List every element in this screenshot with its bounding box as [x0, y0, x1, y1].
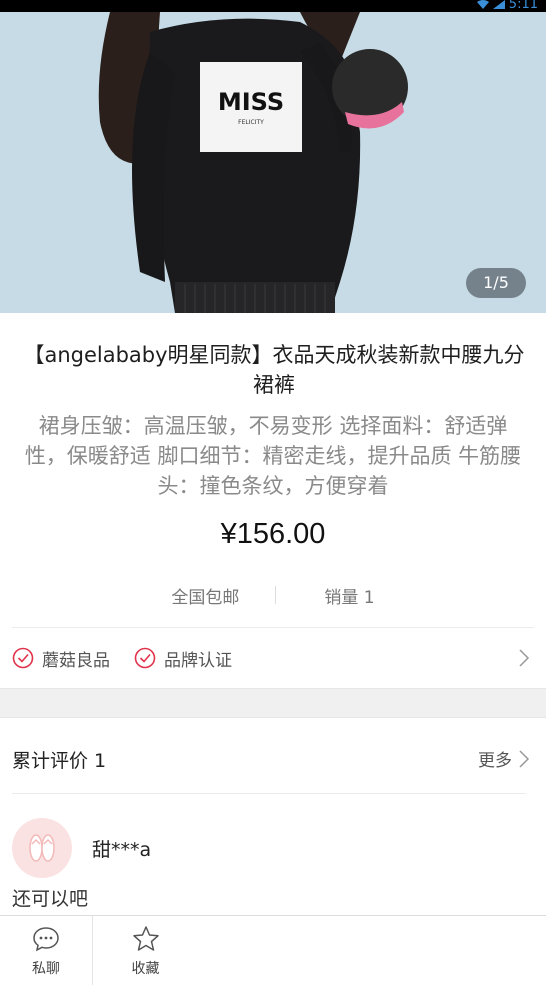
reviews-count-label: 累计评价 1 — [12, 749, 107, 772]
product-description: 裙身压皱：高温压皱，不易变形 选择面料：舒适弹性，保暖舒适 脚口细节：精密走线，… — [24, 414, 522, 498]
chat-button[interactable]: 私聊 — [0, 916, 93, 985]
divider — [12, 793, 526, 794]
product-photo: MISS FELICITY — [0, 12, 546, 313]
product-price: ¥156.00 — [220, 518, 326, 550]
sales-count: 销量 1 — [324, 587, 375, 608]
status-icons: 5:11 — [476, 0, 538, 12]
check-circle-icon — [134, 647, 156, 669]
guarantee-row[interactable]: 蘑菇良品 品牌认证 — [0, 628, 546, 688]
chevron-right-icon — [519, 649, 530, 667]
shirt-print-subtext: FELICITY — [238, 119, 264, 126]
shirt-print-text: MISS — [218, 88, 284, 116]
badge-label: 蘑菇良品 — [42, 650, 110, 671]
review-item: 甜***a — [12, 818, 151, 878]
clock: 5:11 — [508, 0, 538, 12]
divider — [275, 586, 277, 604]
favorite-button[interactable]: 收藏 — [93, 916, 198, 985]
avatar[interactable] — [12, 818, 72, 878]
shipping-sales-row: 全国包邮 销量 1 — [0, 578, 546, 612]
product-title: 【angelababy明星同款】衣品天成秋装新款中腰九分裙裤 — [23, 343, 525, 397]
chat-label: 私聊 — [32, 961, 60, 977]
badge-label: 品牌认证 — [164, 650, 232, 671]
section-gap — [0, 688, 546, 718]
status-bar: 5:11 — [0, 0, 546, 12]
review-text: 还可以吧 — [12, 888, 89, 910]
wifi-icon — [476, 0, 489, 9]
shipping-info: 全国包邮 — [171, 587, 240, 608]
chevron-right-icon — [519, 749, 530, 768]
more-label: 更多 — [478, 751, 512, 771]
badge-brand: 品牌认证 — [134, 646, 232, 671]
badge-quality: 蘑菇良品 — [12, 646, 110, 671]
product-image[interactable]: MISS FELICITY 1/5 — [0, 12, 546, 313]
bottom-action-bar: 私聊 收藏 — [0, 915, 546, 985]
chat-bubble-icon — [33, 927, 59, 952]
check-circle-icon — [12, 647, 34, 669]
image-pager: 1/5 — [466, 268, 526, 298]
flip-flops-icon — [29, 834, 55, 862]
signal-icon — [492, 0, 505, 9]
reviewer-name: 甜***a — [92, 838, 152, 861]
more-reviews-link[interactable]: 更多 — [478, 746, 530, 771]
favorite-label: 收藏 — [131, 961, 160, 977]
reviews-header: 累计评价 1 更多 — [0, 738, 546, 780]
star-icon — [132, 926, 159, 951]
